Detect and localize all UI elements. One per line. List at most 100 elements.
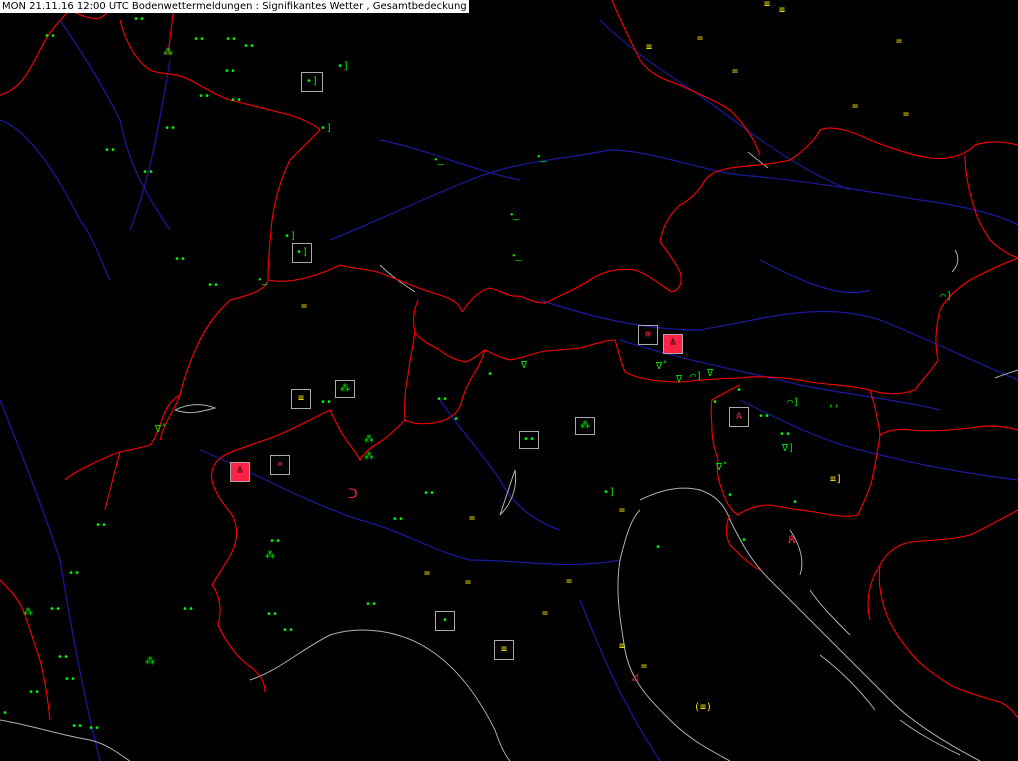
fog-icon: ≡ [779, 5, 786, 16]
fog-icon: ≡] [830, 474, 843, 485]
rain-thunder-icon: ⌒] [787, 397, 800, 408]
fog-icon: = [619, 505, 626, 516]
rain-drizzle-icon: •• [104, 145, 117, 156]
shower-icon: ⁂ [265, 550, 275, 561]
rain-drizzle-icon: •• [133, 14, 146, 25]
rain-drizzle-icon: •• [95, 520, 108, 531]
thunderstorm-icon: ◿ [631, 669, 639, 683]
rain-drizzle-icon: •• [282, 625, 295, 636]
thunderstorm-icon: ≚ [663, 334, 683, 354]
rain-icon: • [453, 414, 460, 425]
fog-icon: = [697, 33, 704, 44]
rain-thunder-icon: •] [292, 243, 312, 263]
shower-icon: ⁂ [163, 47, 173, 58]
rain-drizzle-icon: •• [320, 397, 333, 408]
fog-icon: = [301, 301, 308, 312]
rain-thunder-icon: •] [320, 123, 333, 134]
rain-drizzle-icon: •• [230, 95, 243, 106]
rain-drizzle-icon: •• [266, 609, 279, 620]
rain-drizzle-icon: •• [225, 34, 238, 45]
drizzle-icon: ,, [828, 398, 841, 409]
drizzle-fog-icon: •͜ [537, 152, 541, 163]
shower-icon: ∇] [782, 443, 795, 454]
drizzle-fog-icon: •͜ [510, 210, 514, 221]
shower-icon: ⁂ [145, 656, 155, 667]
rain-drizzle-icon: •• [44, 31, 57, 42]
rain-drizzle-icon: •• [193, 34, 206, 45]
rain-thunder-icon: ⌒] [940, 291, 953, 302]
rain-thunder-icon: •] [337, 61, 350, 72]
shower-icon: ⁂ [575, 417, 595, 435]
shower-icon: ∇̊ [656, 361, 663, 372]
fog-icon: ≡ [291, 389, 311, 409]
rain-drizzle-icon: •• [269, 536, 282, 547]
shower-icon: ⁂ [364, 451, 374, 462]
rain-drizzle-icon: •• [174, 254, 187, 265]
rain-thunder-icon: •] [301, 72, 323, 92]
rain-icon: • [741, 535, 748, 546]
shower-icon: ⁂ [23, 607, 33, 618]
rain-drizzle-icon: •• [392, 514, 405, 525]
shower-icon: ∇̊ [155, 424, 162, 435]
drizzle-fog-icon: •͜ [434, 155, 438, 166]
rain-drizzle-icon: •• [779, 429, 792, 440]
rain-drizzle-icon: •• [71, 721, 84, 732]
rain-drizzle-icon: •• [519, 431, 539, 449]
rain-drizzle-icon: •• [57, 652, 70, 663]
fog-icon: ≡ [494, 640, 514, 660]
rain-drizzle-icon: •• [28, 687, 41, 698]
rain-drizzle-icon: •• [758, 411, 771, 422]
rain-drizzle-icon: •• [68, 568, 81, 579]
rain-icon: • [792, 497, 799, 508]
rain-drizzle-icon: •• [88, 723, 101, 734]
fog-icon: = [469, 513, 476, 524]
rain-thunder-icon: •] [284, 231, 297, 242]
rain-icon: • [655, 542, 662, 553]
rain-icon: • [712, 397, 719, 408]
rain-icon: • [487, 369, 494, 380]
thunderstorm-icon: ⊕ [638, 325, 658, 345]
thunderstorm-icon: ᑐ [348, 487, 358, 502]
rain-drizzle-icon: •• [243, 41, 256, 52]
rain-icon: • [435, 611, 455, 631]
thunderstorm-icon: ጰ [729, 407, 749, 427]
rain-drizzle-icon: •• [164, 123, 177, 134]
rain-drizzle-icon: •• [207, 280, 220, 291]
fog-icon: ≡ [646, 42, 653, 53]
fog-icon: = [852, 101, 859, 112]
rain-drizzle-icon: •• [365, 599, 378, 610]
thunderstorm-icon: ≚ [230, 462, 250, 482]
shower-icon: ⁂ [335, 380, 355, 398]
fog-icon: (≡) [694, 702, 713, 713]
fog-icon: = [903, 109, 910, 120]
rain-drizzle-icon: •• [182, 604, 195, 615]
fog-icon: = [896, 36, 903, 47]
shower-icon: ∇ [521, 360, 528, 371]
coastline [0, 151, 1018, 761]
fog-icon: = [542, 608, 549, 619]
rain-drizzle-icon: •• [423, 488, 436, 499]
drizzle-fog-icon: •͜ [512, 251, 516, 262]
rain-drizzle-icon: •• [198, 91, 211, 102]
fog-icon: ≡ [619, 641, 626, 652]
shower-icon: ∇ [676, 374, 683, 385]
shower-icon: ∇̊ [716, 462, 723, 473]
fog-icon: = [566, 576, 573, 587]
rain-icon: • [2, 708, 9, 719]
shower-icon: ∇ [707, 368, 714, 379]
fog-icon: = [732, 66, 739, 77]
rain-drizzle-icon: •• [64, 674, 77, 685]
rain-drizzle-icon: •• [142, 167, 155, 178]
fog-icon: = [424, 568, 431, 579]
rain-thunder-icon: •] [603, 487, 616, 498]
rain-thunder-icon: ⌒] [690, 371, 703, 382]
rain-icon: • [727, 490, 734, 501]
rain-drizzle-icon: •• [224, 66, 237, 77]
thunderstorm-icon: ጰ [788, 532, 796, 547]
fog-icon: = [465, 577, 472, 588]
map-title: MON 21.11.16 12:00 UTC Bodenwettermeldun… [0, 0, 469, 13]
drizzle-fog-icon: •͜ [258, 275, 262, 286]
thunderstorm-icon: × [270, 455, 290, 475]
country-borders [0, 0, 1018, 721]
rain-drizzle-icon: •• [49, 604, 62, 615]
